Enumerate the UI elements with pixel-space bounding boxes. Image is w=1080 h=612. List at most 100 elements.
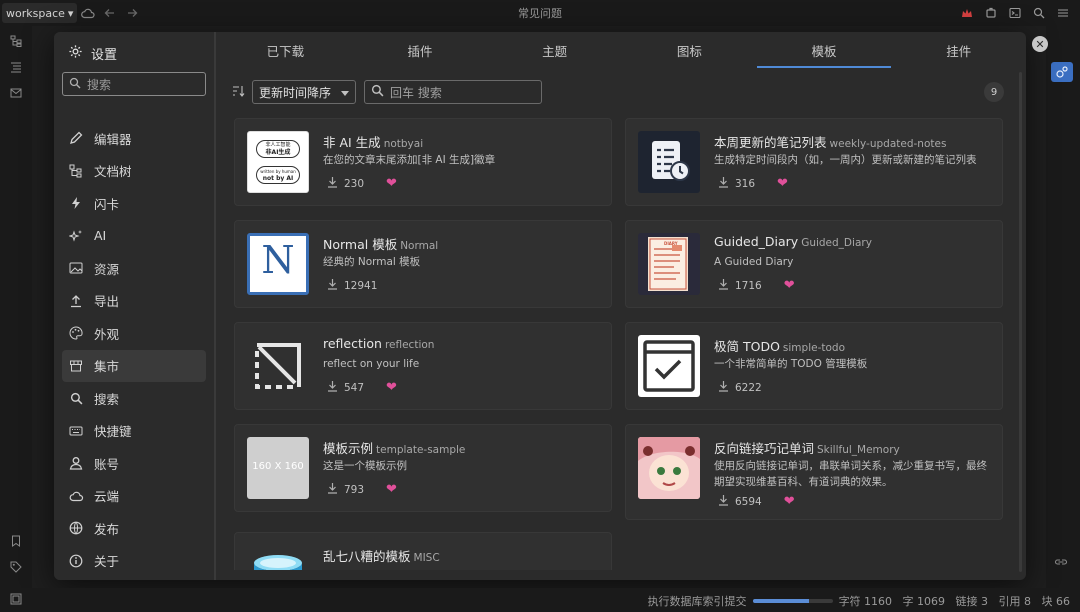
ai-assistant-button[interactable] bbox=[1051, 62, 1073, 82]
template-meta: 230 ❤ bbox=[327, 176, 397, 191]
template-thumbnail: 非人工智能 非AI生成 written by human not by AI bbox=[247, 131, 309, 193]
template-card[interactable]: 非人工智能 非AI生成 written by human not by AI 非… bbox=[234, 118, 612, 206]
nav-item-search[interactable]: 搜索 bbox=[62, 382, 206, 414]
tab-icons[interactable]: 图标 bbox=[622, 32, 757, 68]
badge-bottom-small-text: written by human bbox=[260, 169, 296, 174]
bookmark-icon[interactable] bbox=[5, 530, 27, 552]
status-progress-bar bbox=[752, 599, 833, 603]
template-title: 本周更新的笔记列表 weekly-updated-notes bbox=[714, 135, 947, 150]
heart-icon[interactable]: ❤ bbox=[784, 494, 795, 509]
settings-search-input[interactable]: 搜索 bbox=[62, 72, 206, 96]
download-icon bbox=[718, 176, 729, 191]
search-icon bbox=[371, 84, 384, 100]
nav-item-cloud[interactable]: 云端 bbox=[62, 480, 206, 512]
back-arrow-icon[interactable] bbox=[99, 2, 121, 24]
search-icon bbox=[69, 77, 81, 92]
sync-cloud-icon[interactable] bbox=[77, 2, 99, 24]
globe-icon bbox=[68, 520, 84, 536]
download-count: 12941 bbox=[344, 279, 378, 292]
workspace-name: workspace bbox=[6, 6, 65, 20]
nav-item-publish[interactable]: 发布 bbox=[62, 512, 206, 544]
tab-themes[interactable]: 主题 bbox=[487, 32, 622, 68]
heart-icon[interactable]: ❤ bbox=[386, 380, 397, 395]
download-count: 316 bbox=[735, 177, 756, 190]
crown-icon[interactable] bbox=[956, 2, 978, 24]
template-card[interactable]: N Normal 模板 Normal 经典的 Normal 模板 12941 bbox=[234, 220, 612, 308]
heart-icon[interactable]: ❤ bbox=[386, 176, 397, 191]
more-menu-icon[interactable] bbox=[1052, 2, 1074, 24]
sort-select-value: 更新时间降序 bbox=[259, 85, 332, 100]
tag-icon[interactable] bbox=[5, 556, 27, 578]
file-tree-icon[interactable] bbox=[5, 30, 27, 52]
outline-icon[interactable] bbox=[5, 56, 27, 78]
nav-label: 外观 bbox=[94, 326, 120, 342]
settings-header: 设置 bbox=[68, 44, 117, 63]
tab-plugins[interactable]: 插件 bbox=[353, 32, 488, 68]
nav-item-marketplace[interactable]: 集市 bbox=[62, 349, 206, 382]
template-meta: 547 ❤ bbox=[327, 380, 397, 395]
market-search-input[interactable]: 回车 搜索 bbox=[364, 80, 543, 104]
nav-item-assets[interactable]: 资源 bbox=[62, 252, 206, 284]
nav-label: 搜索 bbox=[94, 391, 120, 407]
nav-item-editor[interactable]: 编辑器 bbox=[62, 122, 206, 154]
nav-label: 编辑器 bbox=[94, 131, 132, 147]
diary-label: DIARY bbox=[664, 241, 678, 246]
template-thumbnail: DIARY bbox=[638, 233, 700, 295]
template-desc: 经典的 Normal 模板 bbox=[323, 256, 421, 268]
template-thumbnail bbox=[247, 335, 309, 397]
workspace-selector[interactable]: workspace ▾ bbox=[2, 3, 78, 23]
pen-icon bbox=[68, 130, 84, 146]
nav-item-account[interactable]: 账号 bbox=[62, 447, 206, 479]
nav-label: AI bbox=[94, 228, 107, 243]
tab-widgets[interactable]: 挂件 bbox=[891, 32, 1026, 68]
close-dialog-button[interactable]: ✕ bbox=[1032, 36, 1048, 52]
template-card[interactable]: 反向链接巧记单词 Skillful_Memory 使用反向链接记单词，串联单词关系… bbox=[625, 424, 1003, 520]
heart-icon[interactable]: ❤ bbox=[777, 176, 788, 191]
nav-item-shortcuts[interactable]: 快捷键 bbox=[62, 415, 206, 447]
sort-select[interactable]: 更新时间降序 bbox=[252, 80, 357, 104]
nav-item-doctree[interactable]: 文档树 bbox=[62, 155, 206, 187]
nav-label: 导出 bbox=[94, 294, 120, 309]
download-count: 6594 bbox=[735, 495, 762, 508]
template-card[interactable]: 本周更新的笔记列表 weekly-updated-notes 生成特定时间段内（如… bbox=[625, 118, 1003, 206]
plugin-icon[interactable] bbox=[980, 2, 1002, 24]
download-count: 6222 bbox=[735, 381, 762, 394]
template-card[interactable]: 乱七八糟的模板 MISC bbox=[234, 532, 612, 570]
nav-item-export[interactable]: 导出 bbox=[62, 285, 206, 317]
template-card[interactable]: 160 X 160 模板示例 template-sample 这是一个模板示例 7… bbox=[234, 424, 612, 512]
nav-item-appearance[interactable]: 外观 bbox=[62, 317, 206, 349]
tab-downloaded[interactable]: 已下载 bbox=[218, 32, 353, 68]
marketplace-panel: 已下载 插件 主题 图标 模板 挂件 更新时间降序 回车 搜索 9 非人工智能 … bbox=[218, 32, 1026, 580]
template-thumbnail bbox=[638, 131, 700, 193]
heart-icon[interactable]: ❤ bbox=[784, 278, 795, 293]
template-meta: 12941 bbox=[327, 278, 377, 293]
forward-arrow-icon[interactable] bbox=[121, 2, 143, 24]
nav-item-ai[interactable]: AI bbox=[62, 220, 206, 252]
placeholder-size-text: 160 X 160 bbox=[252, 461, 304, 472]
template-card[interactable]: 极简 TODO simple-todo 一个非常简单的 TODO 管理模板 622… bbox=[625, 322, 1003, 410]
result-count-badge: 9 bbox=[984, 82, 1004, 102]
search-icon[interactable] bbox=[1028, 2, 1050, 24]
info-icon bbox=[68, 553, 84, 569]
scrollbar[interactable] bbox=[1019, 72, 1022, 572]
template-grid: 非人工智能 非AI生成 written by human not by AI 非… bbox=[234, 118, 1004, 570]
nav-item-flashcard[interactable]: 闪卡 bbox=[62, 187, 206, 219]
search-icon bbox=[68, 390, 84, 406]
tab-templates[interactable]: 模板 bbox=[756, 32, 892, 68]
nav-item-about[interactable]: 关于 bbox=[62, 545, 206, 577]
template-card[interactable]: reflection reflection reflect on your lif… bbox=[234, 322, 612, 410]
download-icon bbox=[718, 494, 729, 509]
template-desc: 一个非常简单的 TODO 管理模板 bbox=[714, 358, 868, 370]
template-card[interactable]: DIARY Guided_Diary Guided_Diary A Guided … bbox=[625, 220, 1003, 308]
template-title: 非 AI 生成 notbyai bbox=[323, 135, 424, 150]
settings-nav: 编辑器 文档树 闪卡 AI 资源 导出 外观 集市 搜索 快捷键 账号 云端 发… bbox=[62, 122, 206, 577]
link-icon[interactable] bbox=[1054, 556, 1068, 571]
dock-toggle-icon[interactable] bbox=[10, 593, 22, 608]
heart-icon[interactable]: ❤ bbox=[386, 482, 397, 497]
inbox-icon[interactable] bbox=[5, 82, 27, 104]
sort-icon[interactable] bbox=[232, 85, 246, 100]
right-dock bbox=[1046, 26, 1080, 588]
template-thumbnail: 160 X 160 bbox=[247, 437, 309, 499]
template-title: 反向链接巧记单词 Skillful_Memory bbox=[714, 441, 900, 456]
terminal-icon[interactable] bbox=[1004, 2, 1026, 24]
